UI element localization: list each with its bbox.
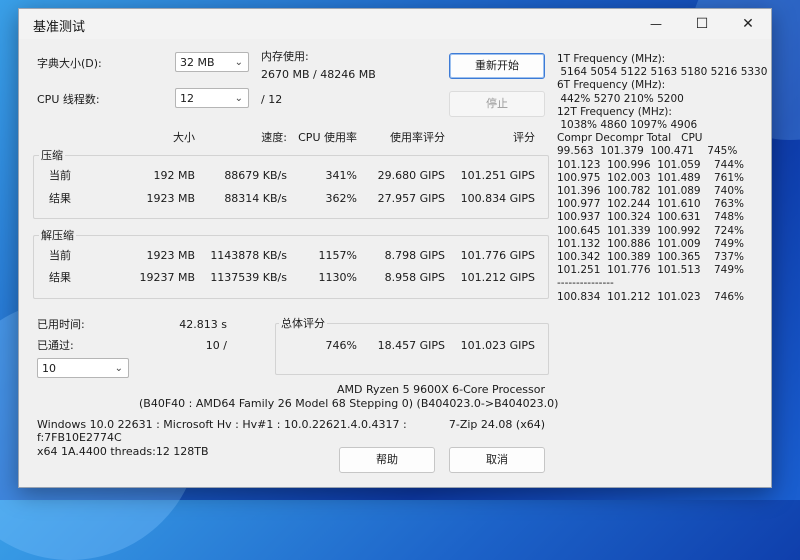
minimize-icon[interactable]: —	[633, 9, 679, 39]
rpu-cell: 29.680 GIPS	[377, 169, 445, 182]
size-cell: 1923 MB	[146, 192, 195, 205]
memory-label: 内存使用:	[261, 50, 309, 63]
stop-button[interactable]: 停止	[449, 91, 545, 117]
size-cell: 1923 MB	[146, 249, 195, 262]
log-line: 100.937 100.324 100.631 748%	[557, 211, 744, 224]
dict-size-label: 字典大小(D):	[37, 57, 102, 70]
elapsed-label: 已用时间:	[37, 318, 85, 331]
passes-value: 10	[42, 362, 56, 375]
close-icon[interactable]: ✕	[725, 9, 771, 39]
chevron-down-icon: ⌄	[114, 363, 123, 374]
rating-cell: 100.834 GIPS	[460, 192, 535, 205]
log-line: 101.132 100.886 101.009 749%	[557, 237, 744, 250]
header-rating: 评分	[513, 131, 535, 144]
passes-select[interactable]: 10 ⌄	[37, 358, 129, 378]
cancel-button[interactable]: 取消	[449, 447, 545, 473]
header-rating-per-usage: 使用率评分	[390, 131, 445, 144]
cpu-cell: 1157%	[318, 249, 357, 262]
log-line: 12T Frequency (MHz):	[557, 105, 672, 118]
log-line: 442% 5270 210% 5200	[557, 92, 684, 105]
log-line: 100.977 102.244 101.610 763%	[557, 198, 744, 211]
total-rpu: 18.457 GIPS	[377, 339, 445, 352]
speed-cell: 88679 KB/s	[224, 169, 287, 182]
restart-button[interactable]: 重新开始	[449, 53, 545, 79]
arch-info: x64 1A.4400 threads:12 128TB	[37, 445, 209, 458]
help-button[interactable]: 帮助	[339, 447, 435, 473]
log-line: 100.645 101.339 100.992 724%	[557, 224, 744, 237]
passed-value: 10 /	[205, 339, 227, 352]
dict-size-select[interactable]: 32 MB ⌄	[175, 52, 249, 72]
total-cpu: 746%	[325, 339, 357, 352]
frequency-log: 1T Frequency (MHz): 5164 5054 5122 5163 …	[557, 53, 767, 313]
speed-cell: 1143878 KB/s	[210, 249, 287, 262]
log-line: 101.123 100.996 101.059 744%	[557, 158, 744, 171]
row-label: 当前	[49, 169, 71, 182]
version-label: 7-Zip 24.08 (x64)	[448, 418, 545, 431]
row-label: 结果	[49, 271, 71, 284]
cpu-name: AMD Ryzen 5 9600X 6-Core Processor	[337, 383, 545, 396]
log-line: 99.563 101.379 100.471 745%	[557, 145, 738, 158]
threads-select[interactable]: 12 ⌄	[175, 88, 249, 108]
maximize-icon[interactable]: ☐	[679, 9, 725, 39]
log-line: ---------------	[557, 277, 614, 290]
window-title: 基准测试	[33, 20, 86, 35]
rpu-cell: 27.957 GIPS	[377, 192, 445, 205]
decompress-group	[33, 235, 549, 299]
cpu-details: (B40F40 : AMD64 Family 26 Model 68 Stepp…	[139, 397, 559, 410]
decompress-title: 解压缩	[39, 229, 76, 242]
os-info: Windows 10.0 22631 : Microsoft Hv : Hv#1…	[37, 418, 407, 431]
threads-label: CPU 线程数:	[37, 93, 100, 106]
log-line: 101.396 100.782 101.089 740%	[557, 185, 744, 198]
log-line: 100.342 100.389 100.365 737%	[557, 251, 744, 264]
log-line: 100.834 101.212 101.023 746%	[557, 290, 744, 303]
log-line: 1038% 4860 1097% 4906	[557, 119, 698, 132]
threads-value: 12	[180, 92, 194, 105]
cpu-cell: 362%	[325, 192, 357, 205]
rating-cell: 101.776 GIPS	[460, 249, 535, 262]
log-line: 5164 5054 5122 5163 5180 5216 5330	[557, 66, 768, 79]
speed-cell: 88314 KB/s	[224, 192, 287, 205]
size-cell: 192 MB	[153, 169, 195, 182]
header-size: 大小	[173, 131, 195, 144]
row-label: 当前	[49, 249, 71, 262]
log-line: 1T Frequency (MHz):	[557, 53, 666, 65]
chevron-down-icon: ⌄	[234, 57, 243, 68]
total-rating-title: 总体评分	[279, 317, 327, 330]
rating-cell: 101.212 GIPS	[460, 271, 535, 284]
compress-title: 压缩	[39, 149, 65, 162]
size-cell: 19237 MB	[139, 271, 195, 284]
log-line: 100.975 102.003 101.489 761%	[557, 171, 744, 184]
log-line: 101.251 101.776 101.513 749%	[557, 264, 744, 277]
log-line: 6T Frequency (MHz):	[557, 79, 666, 92]
cpu-cell: 1130%	[318, 271, 357, 284]
log-line: Compr Decompr Total CPU	[557, 132, 703, 145]
speed-cell: 1137539 KB/s	[210, 271, 287, 284]
elapsed-value: 42.813 s	[179, 318, 227, 331]
rpu-cell: 8.958 GIPS	[384, 271, 445, 284]
header-cpu: CPU 使用率	[298, 131, 357, 144]
header-speed: 速度:	[261, 131, 287, 144]
threads-total: / 12	[261, 93, 283, 106]
hv-info: f:7FB10E2774C	[37, 431, 122, 444]
total-rating: 101.023 GIPS	[460, 339, 535, 352]
benchmark-window: 基准测试 — ☐ ✕ 字典大小(D): 32 MB ⌄ 内存使用: 2670 M…	[18, 8, 772, 488]
passed-label: 已通过:	[37, 339, 74, 352]
memory-value: 2670 MB / 48246 MB	[261, 68, 376, 81]
chevron-down-icon: ⌄	[234, 93, 243, 104]
compress-group	[33, 155, 549, 219]
rpu-cell: 8.798 GIPS	[384, 249, 445, 262]
row-label: 结果	[49, 192, 71, 205]
cpu-cell: 341%	[325, 169, 357, 182]
dict-size-value: 32 MB	[180, 56, 215, 69]
title-bar[interactable]: 基准测试 — ☐ ✕	[19, 9, 771, 39]
rating-cell: 101.251 GIPS	[460, 169, 535, 182]
